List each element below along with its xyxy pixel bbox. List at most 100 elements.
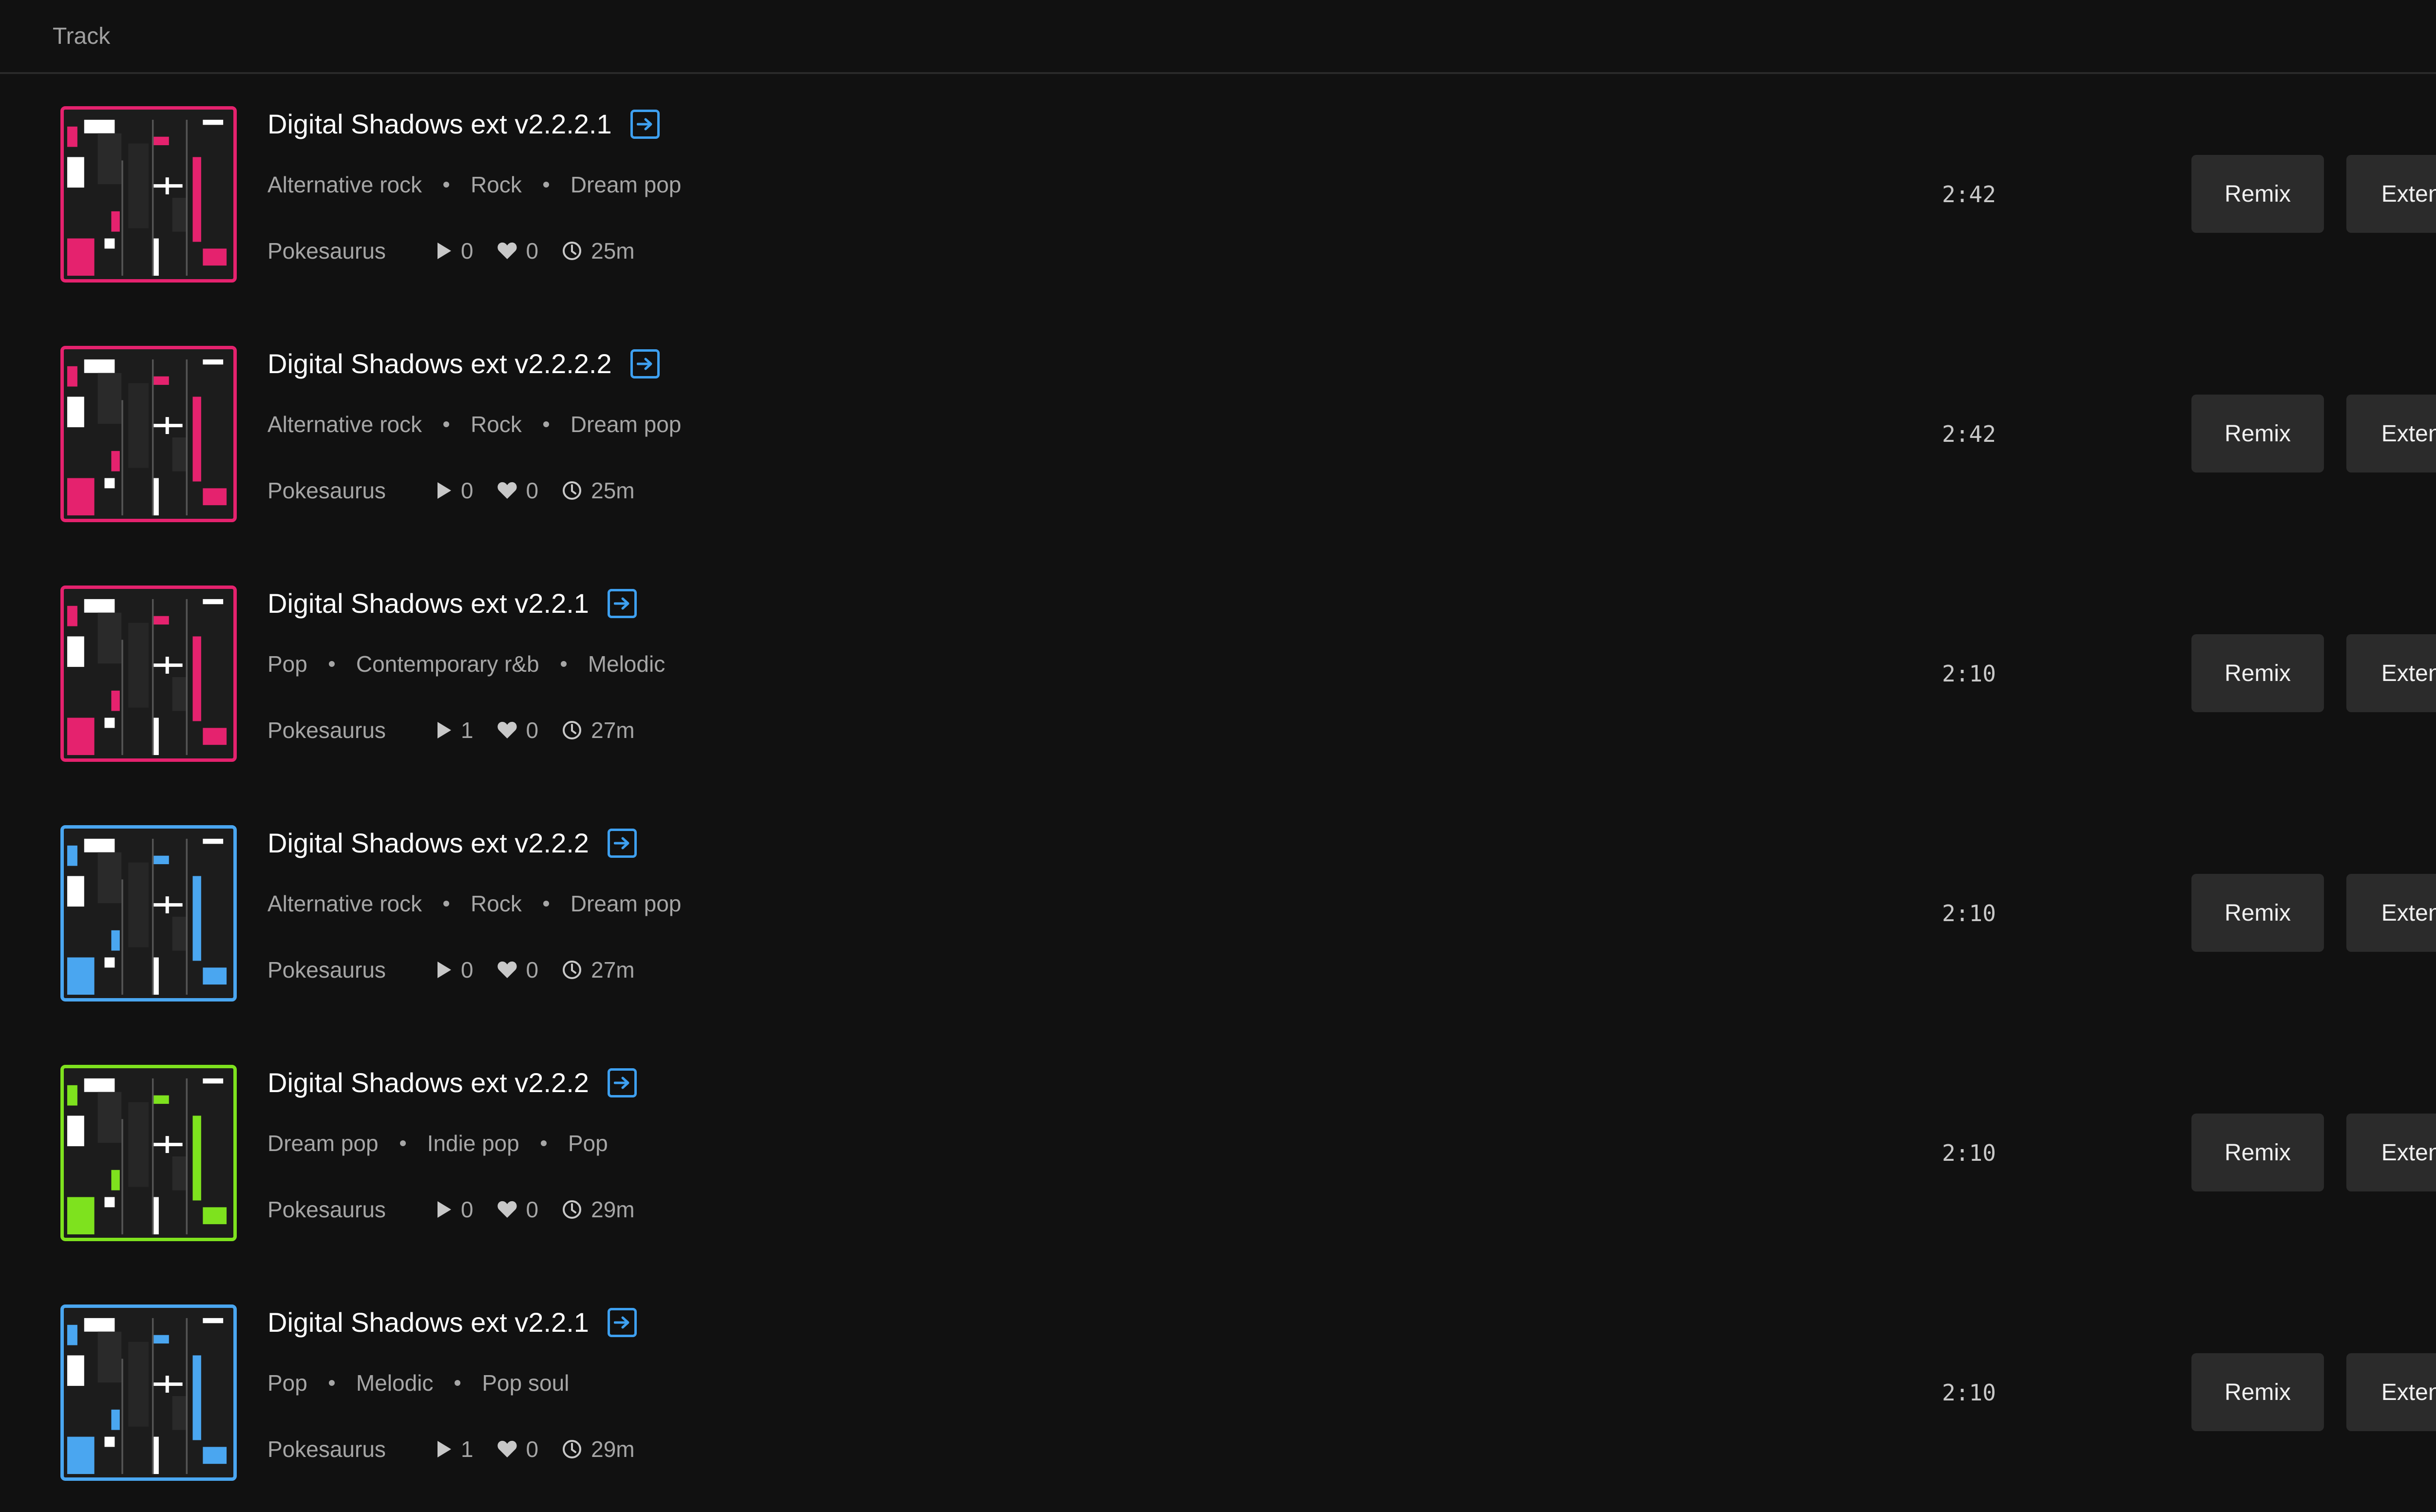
- like-count[interactable]: 0: [497, 1196, 539, 1223]
- play-count: 0: [437, 1196, 474, 1223]
- like-count[interactable]: 0: [497, 238, 539, 264]
- genre-tag-3[interactable]: Melodic: [588, 651, 666, 677]
- genre-tag-3[interactable]: Pop: [568, 1130, 608, 1156]
- extend-button[interactable]: Extend: [2346, 1353, 2436, 1431]
- track-row[interactable]: Digital Shadows ext v2.2.1 Pop Contempor…: [0, 553, 2436, 793]
- track-row[interactable]: Digital Shadows ext v2.2.2 Alternative r…: [0, 793, 2436, 1033]
- extend-button[interactable]: Extend: [2346, 634, 2436, 712]
- play-icon: [437, 722, 451, 738]
- cover-art[interactable]: [60, 346, 237, 522]
- track-row[interactable]: Digital Shadows ext v2.2.1 Pop Melodic P…: [0, 1272, 2436, 1512]
- remix-button[interactable]: Remix: [2191, 874, 2324, 952]
- track-title[interactable]: Digital Shadows ext v2.2.2: [267, 1067, 589, 1098]
- artist-name[interactable]: Pokesaurus: [267, 1436, 386, 1462]
- cover-art-graphic: [64, 829, 233, 998]
- like-count-value: 0: [526, 1436, 539, 1462]
- like-count[interactable]: 0: [497, 1436, 539, 1462]
- separator-dot: [443, 421, 450, 427]
- like-count[interactable]: 0: [497, 717, 538, 743]
- like-count-value: 0: [526, 1197, 539, 1222]
- track-title[interactable]: Digital Shadows ext v2.2.2.1: [267, 108, 612, 140]
- extend-button[interactable]: Extend: [2346, 395, 2436, 472]
- genre-tag-2[interactable]: Contemporary r&b: [356, 651, 539, 677]
- like-count[interactable]: 0: [497, 957, 539, 983]
- extend-button[interactable]: Extend: [2346, 155, 2436, 233]
- track-title[interactable]: Digital Shadows ext v2.2.1: [267, 587, 589, 619]
- genre-tag-3[interactable]: Dream pop: [571, 171, 682, 198]
- genre-tag-3[interactable]: Dream pop: [571, 411, 682, 437]
- arrow-right-square-icon[interactable]: [607, 828, 637, 858]
- track-meta: Pokesaurus 0 0 25m: [267, 238, 658, 264]
- play-count: 1: [437, 1436, 474, 1462]
- extend-button[interactable]: Extend: [2346, 1114, 2436, 1191]
- arrow-right-icon: [613, 1316, 629, 1328]
- genre-tag-3[interactable]: Pop soul: [482, 1370, 569, 1396]
- separator-dot: [543, 421, 549, 427]
- track-row[interactable]: Digital Shadows ext v2.2.2.1 Alternative…: [0, 74, 2436, 314]
- heart-icon: [497, 1440, 517, 1457]
- arrow-right-square-icon[interactable]: [630, 109, 660, 139]
- artist-name[interactable]: Pokesaurus: [267, 238, 386, 264]
- play-count: 1: [437, 717, 474, 743]
- play-count-value: 0: [460, 957, 474, 983]
- genre-tags: Alternative rock Rock Dream pop: [267, 890, 681, 917]
- play-count-value: 1: [460, 1436, 474, 1462]
- genre-tag-1[interactable]: Alternative rock: [267, 411, 422, 437]
- track-age: 27m: [562, 717, 635, 743]
- genre-tags: Alternative rock Rock Dream pop: [267, 411, 681, 437]
- remix-button[interactable]: Remix: [2191, 155, 2324, 233]
- remix-button[interactable]: Remix: [2191, 634, 2324, 712]
- extend-button[interactable]: Extend: [2346, 874, 2436, 952]
- genre-tags: Pop Contemporary r&b Melodic: [267, 651, 665, 677]
- artist-name[interactable]: Pokesaurus: [267, 957, 386, 983]
- track-title[interactable]: Digital Shadows ext v2.2.2.2: [267, 348, 612, 379]
- genre-tag-1[interactable]: Dream pop: [267, 1130, 379, 1156]
- play-count-value: 1: [460, 718, 474, 743]
- like-count-value: 0: [526, 957, 539, 983]
- cover-art[interactable]: [60, 825, 237, 1002]
- genre-tag-2[interactable]: Melodic: [356, 1370, 434, 1396]
- genre-tag-2[interactable]: Rock: [471, 890, 522, 917]
- heart-icon: [497, 1201, 517, 1218]
- genre-tag-1[interactable]: Alternative rock: [267, 171, 422, 198]
- remix-button[interactable]: Remix: [2191, 1353, 2324, 1431]
- artist-name[interactable]: Pokesaurus: [267, 1196, 386, 1223]
- play-count: 0: [437, 477, 474, 504]
- arrow-right-square-icon[interactable]: [607, 1068, 637, 1097]
- track-title-line: Digital Shadows ext v2.2.2: [267, 827, 637, 859]
- cover-art[interactable]: [60, 586, 237, 762]
- genre-tag-2[interactable]: Indie pop: [427, 1130, 519, 1156]
- track-duration: 2:10: [1942, 661, 1996, 687]
- like-count-value: 0: [526, 238, 539, 264]
- genre-tag-2[interactable]: Rock: [471, 171, 522, 198]
- play-icon: [437, 962, 451, 978]
- play-icon: [437, 243, 451, 259]
- track-title-line: Digital Shadows ext v2.2.1: [267, 587, 637, 619]
- track-title[interactable]: Digital Shadows ext v2.2.2: [267, 827, 589, 859]
- separator-dot: [443, 182, 450, 188]
- remix-button[interactable]: Remix: [2191, 1114, 2324, 1191]
- artist-name[interactable]: Pokesaurus: [267, 717, 386, 743]
- arrow-right-square-icon[interactable]: [607, 1307, 637, 1337]
- arrow-right-square-icon[interactable]: [607, 588, 637, 618]
- list-header: Track: [0, 0, 2436, 74]
- track-title[interactable]: Digital Shadows ext v2.2.1: [267, 1306, 589, 1338]
- genre-tag-3[interactable]: Dream pop: [571, 890, 682, 917]
- track-title-line: Digital Shadows ext v2.2.2.1: [267, 108, 660, 140]
- cover-art[interactable]: [60, 1304, 237, 1481]
- separator-dot: [400, 1140, 406, 1146]
- track-age: 27m: [562, 957, 635, 983]
- like-count[interactable]: 0: [497, 477, 538, 504]
- separator-dot: [543, 182, 549, 188]
- arrow-right-square-icon[interactable]: [630, 349, 660, 378]
- remix-button[interactable]: Remix: [2191, 395, 2324, 472]
- cover-art[interactable]: [60, 106, 237, 283]
- genre-tag-1[interactable]: Pop: [267, 1370, 307, 1396]
- genre-tag-1[interactable]: Pop: [267, 651, 307, 677]
- track-row[interactable]: Digital Shadows ext v2.2.2.2 Alternative…: [0, 314, 2436, 553]
- genre-tag-2[interactable]: Rock: [471, 411, 522, 437]
- artist-name[interactable]: Pokesaurus: [267, 477, 386, 504]
- cover-art[interactable]: [60, 1065, 237, 1241]
- genre-tag-1[interactable]: Alternative rock: [267, 890, 422, 917]
- track-row[interactable]: Digital Shadows ext v2.2.2 Dream pop Ind…: [0, 1033, 2436, 1272]
